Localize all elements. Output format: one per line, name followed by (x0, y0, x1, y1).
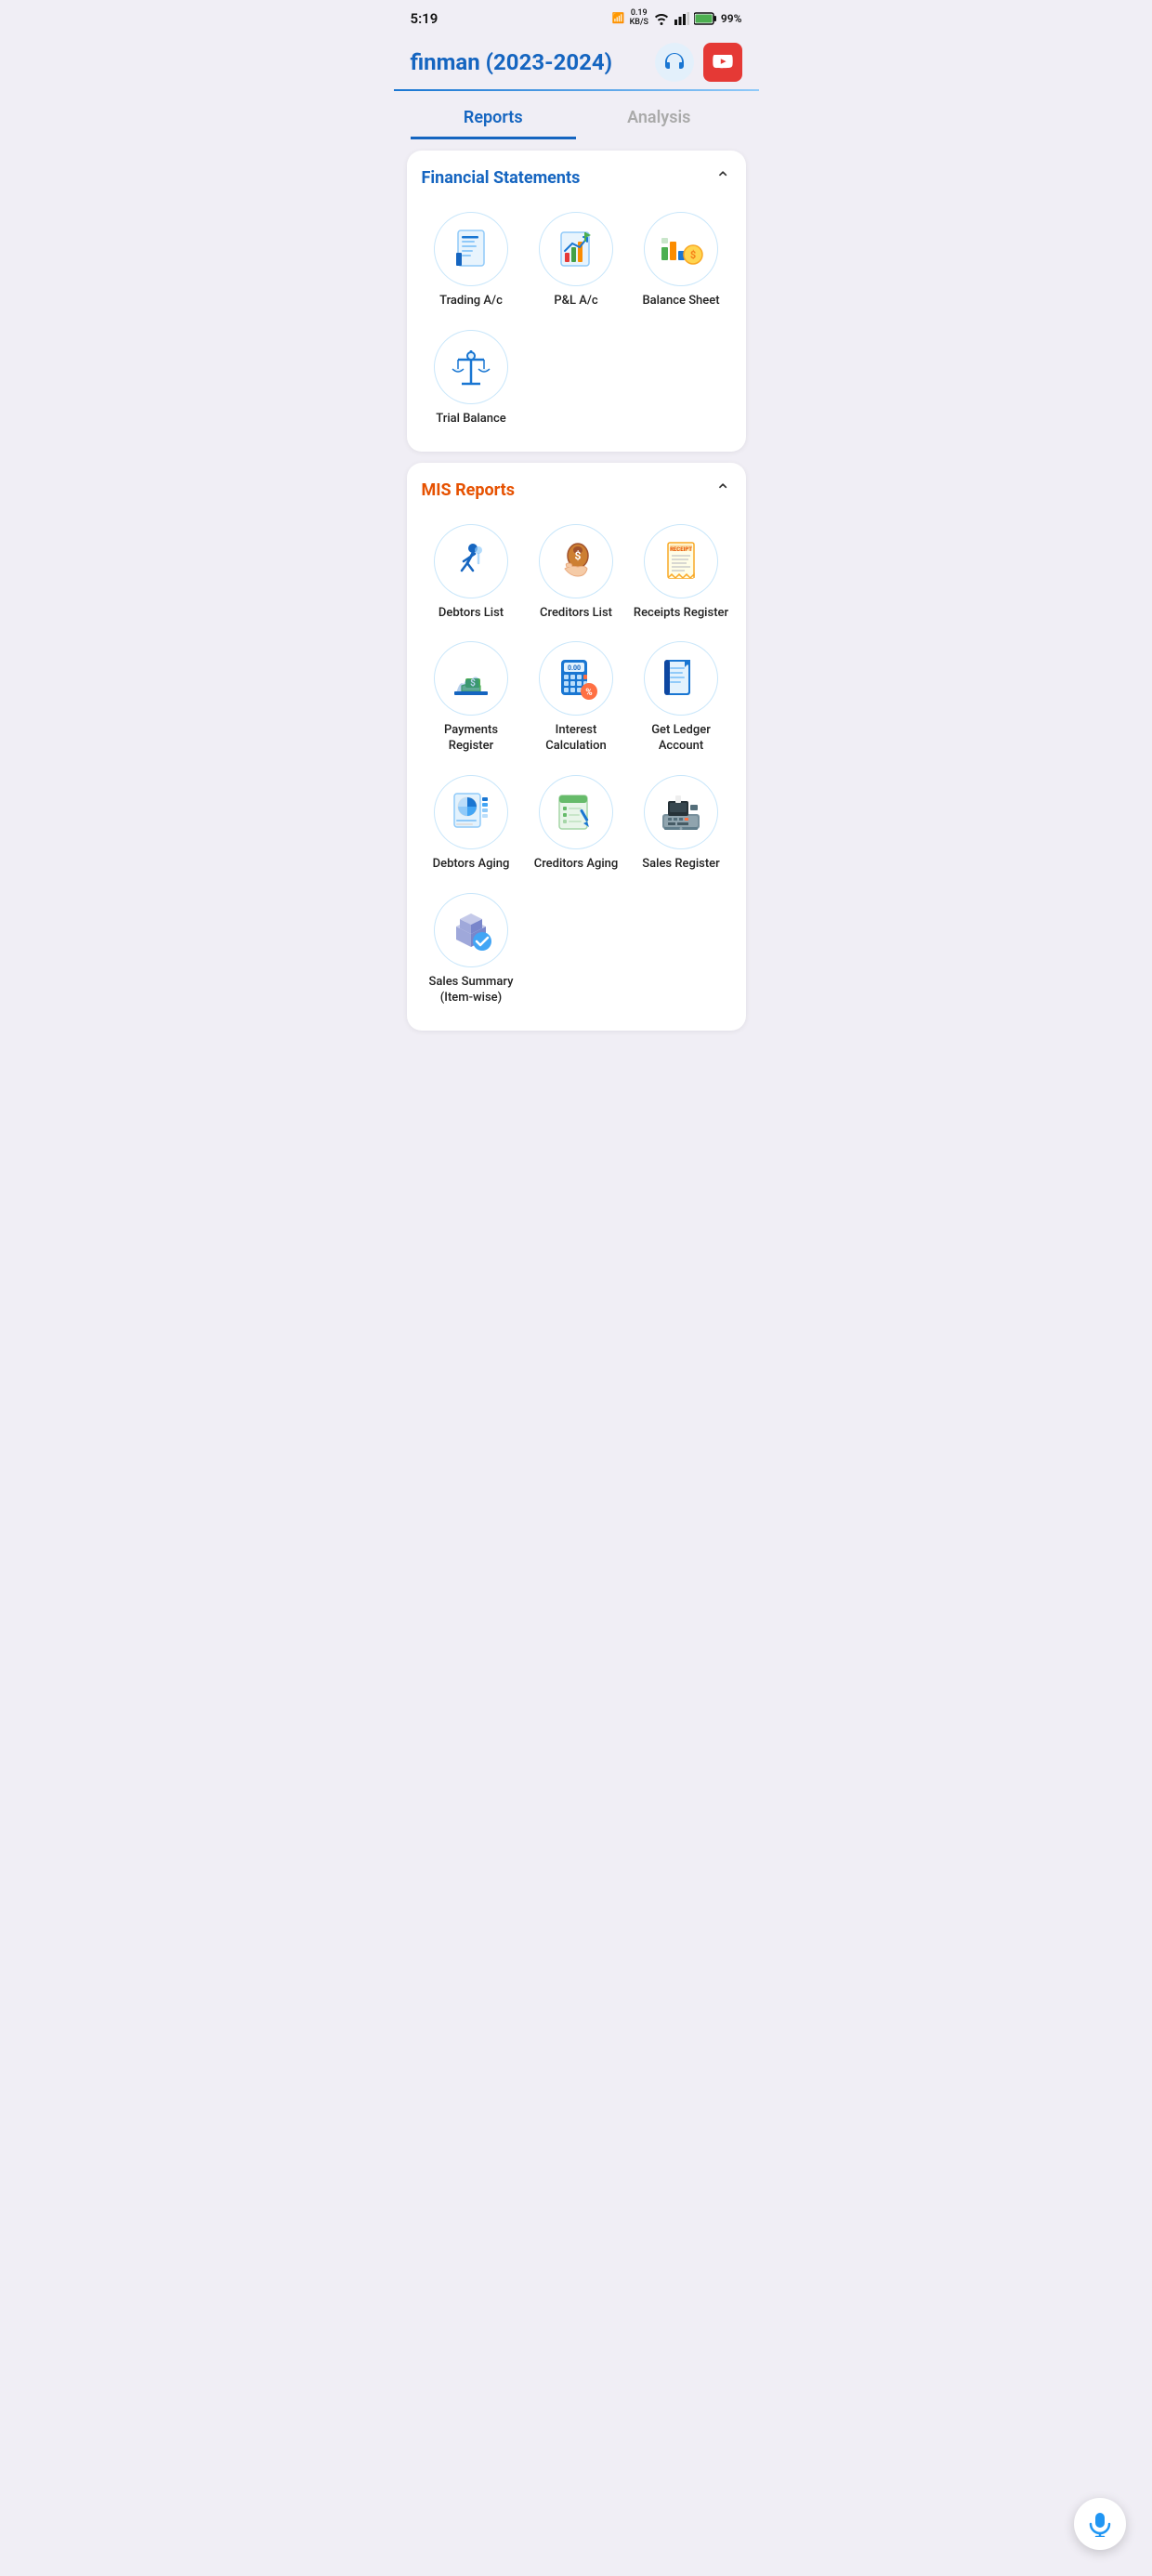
financial-statements-grid: Trading A/c P&L A/c (422, 206, 731, 433)
interest-calc-icon-circle: 0.00 % (539, 641, 613, 716)
debtors-list-item[interactable]: Debtors List (422, 519, 521, 627)
headset-icon (663, 51, 686, 73)
mis-reports-chevron[interactable]: ⌃ (715, 480, 731, 502)
trading-ac-icon (447, 225, 495, 273)
payments-register-icon: $ (447, 654, 495, 703)
app-title: finman (2023-2024) (411, 49, 613, 75)
mis-reports-grid: Debtors List $ Creditors List (422, 519, 731, 1012)
ledger-account-icon-circle (644, 641, 718, 716)
creditors-aging-icon (552, 788, 600, 836)
debtors-list-icon (447, 537, 495, 585)
ledger-account-icon (657, 654, 705, 703)
creditors-aging-label: Creditors Aging (534, 857, 619, 873)
tab-analysis[interactable]: Analysis (576, 95, 742, 139)
creditors-aging-item[interactable]: Creditors Aging (527, 769, 626, 878)
ledger-account-label: Get Ledger Account (634, 723, 729, 755)
app-year: (2023-2024) (486, 49, 612, 75)
svg-text:%: % (585, 688, 592, 698)
app-name: finman (411, 49, 486, 75)
microphone-fab[interactable] (1074, 2498, 1126, 2550)
payments-register-icon-circle: $ (434, 641, 508, 716)
sales-summary-item[interactable]: Sales Summary (Item-wise) (422, 887, 521, 1012)
payments-register-item[interactable]: $ Payments Register (422, 636, 521, 760)
creditors-aging-icon-circle (539, 775, 613, 849)
mis-reports-header: MIS Reports ⌃ (422, 480, 731, 502)
header-divider (394, 89, 759, 91)
interest-calc-label: Interest Calculation (529, 723, 624, 755)
mis-reports-card: MIS Reports ⌃ (407, 463, 746, 1031)
balance-sheet-label: Balance Sheet (642, 294, 719, 309)
trial-balance-label: Trial Balance (436, 412, 505, 427)
tab-reports[interactable]: Reports (411, 95, 577, 139)
status-time: 5:19 (411, 10, 439, 27)
header: finman (2023-2024) (394, 33, 759, 89)
debtors-list-label: Debtors List (439, 606, 504, 622)
financial-statements-title: Financial Statements (422, 168, 581, 188)
balance-sheet-icon-circle: $ (644, 212, 718, 286)
status-icons: 📶 0.19KB/S 99% (612, 9, 742, 28)
debtors-aging-icon-circle (434, 775, 508, 849)
header-actions (655, 43, 742, 82)
financial-statements-card: Financial Statements ⌃ Trading A/c (407, 151, 746, 452)
creditors-list-icon: $ (552, 537, 600, 585)
bluetooth-icon: 📶 (612, 12, 625, 24)
sales-register-label: Sales Register (642, 857, 719, 873)
debtors-list-icon-circle (434, 524, 508, 598)
status-bar: 5:19 📶 0.19KB/S 99% (394, 0, 759, 33)
trial-balance-item[interactable]: Trial Balance (422, 324, 521, 433)
financial-statements-header: Financial Statements ⌃ (422, 167, 731, 190)
trial-balance-icon-circle (434, 330, 508, 404)
youtube-icon (713, 55, 733, 70)
receipts-register-icon: RECEIPT (657, 537, 705, 585)
sales-register-item[interactable]: Sales Register (632, 769, 731, 878)
interest-calc-icon: 0.00 % (552, 654, 600, 703)
sales-register-icon-circle (644, 775, 718, 849)
debtors-aging-item[interactable]: Debtors Aging (422, 769, 521, 878)
support-button[interactable] (655, 43, 694, 82)
pnl-ac-label: P&L A/c (554, 294, 597, 309)
ledger-account-item[interactable]: Get Ledger Account (632, 636, 731, 760)
trading-ac-icon-circle (434, 212, 508, 286)
creditors-list-icon-circle: $ (539, 524, 613, 598)
receipts-register-label: Receipts Register (634, 606, 728, 622)
balance-sheet-item[interactable]: $ Balance Sheet (632, 206, 731, 315)
battery-icon (694, 12, 716, 25)
interest-calc-item[interactable]: 0.00 % (527, 636, 626, 760)
receipts-register-icon-circle: RECEIPT (644, 524, 718, 598)
tabs: Reports Analysis (394, 95, 759, 139)
balance-sheet-icon: $ (656, 225, 706, 273)
receipts-register-item[interactable]: RECEIPT Receipts Register (632, 519, 731, 627)
trading-ac-item[interactable]: Trading A/c (422, 206, 521, 315)
svg-text:$: $ (575, 549, 582, 562)
svg-text:$: $ (690, 249, 696, 261)
microphone-icon (1087, 2511, 1113, 2537)
wifi-icon (653, 12, 670, 25)
sales-register-icon (657, 788, 705, 836)
speed-indicator: 0.19KB/S (630, 9, 648, 28)
battery-percent: 99% (721, 12, 742, 25)
sales-summary-icon (447, 906, 495, 954)
pnl-ac-item[interactable]: P&L A/c (527, 206, 626, 315)
sales-summary-label: Sales Summary (Item-wise) (424, 975, 519, 1006)
pnl-ac-icon-circle (539, 212, 613, 286)
sales-summary-icon-circle (434, 893, 508, 967)
payments-register-label: Payments Register (424, 723, 519, 755)
creditors-list-item[interactable]: $ Creditors List (527, 519, 626, 627)
financial-statements-chevron[interactable]: ⌃ (715, 167, 731, 190)
debtors-aging-label: Debtors Aging (433, 857, 510, 873)
svg-text:RECEIPT: RECEIPT (670, 546, 692, 553)
trial-balance-icon (447, 343, 495, 391)
signal-icon (674, 12, 689, 25)
debtors-aging-icon (447, 788, 495, 836)
pnl-ac-icon (552, 225, 600, 273)
mis-reports-title: MIS Reports (422, 480, 516, 500)
svg-text:0.00: 0.00 (568, 664, 581, 672)
trading-ac-label: Trading A/c (439, 294, 503, 309)
creditors-list-label: Creditors List (540, 606, 612, 622)
youtube-button[interactable] (703, 43, 742, 82)
